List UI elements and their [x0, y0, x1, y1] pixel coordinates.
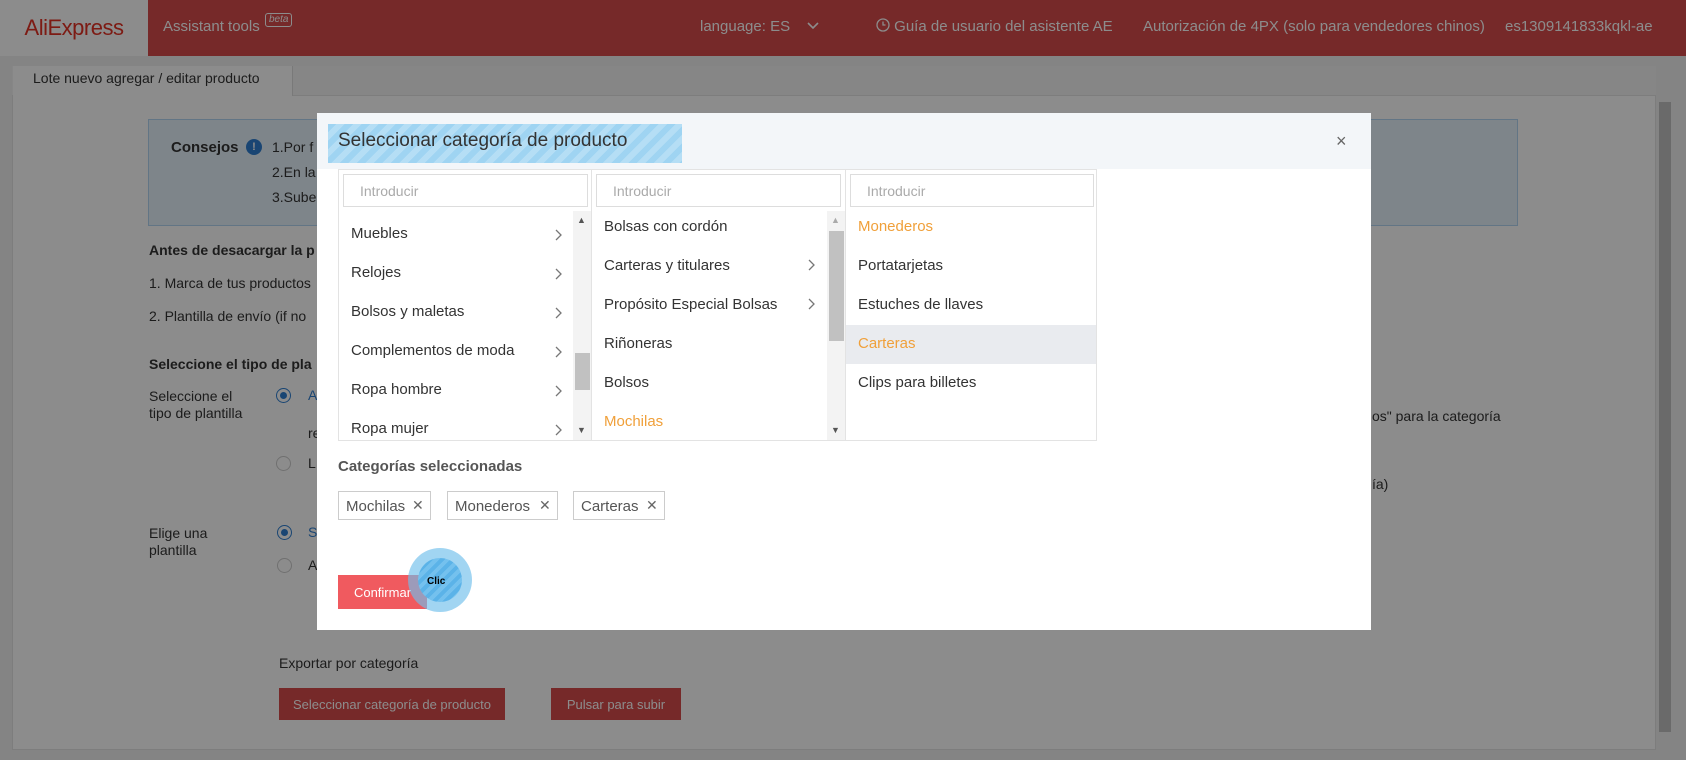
selected-tag-label: Monederos	[455, 498, 531, 515]
category-item[interactable]: Bolsos	[592, 364, 826, 403]
click-indicator: Clic	[408, 548, 472, 612]
column-2-scrollbar[interactable]: ▲ ▼	[827, 211, 845, 440]
column-1-scrollbar[interactable]: ▲ ▼	[573, 211, 591, 440]
category-item[interactable]: Estuches de llaves	[846, 286, 1096, 325]
chevron-right-icon	[808, 298, 815, 310]
scroll-down-icon[interactable]: ▼	[577, 425, 586, 435]
category-item[interactable]: Propósito Especial Bolsas	[592, 286, 826, 325]
modal-header: Seleccionar categoría de producto ×	[317, 113, 1371, 169]
scroll-up-icon[interactable]: ▲	[577, 215, 586, 225]
chevron-right-icon	[555, 229, 562, 241]
category-column-1: Introducir Muebles Relojes Bolsos y male…	[338, 169, 592, 441]
category-item-label: Ropa mujer	[351, 420, 429, 437]
category-item[interactable]: Relojes	[339, 254, 573, 293]
scroll-up-icon[interactable]: ▲	[831, 215, 840, 225]
category-column-3: Introducir Monederos Portatarjetas Estuc…	[845, 169, 1097, 441]
chevron-right-icon	[555, 385, 562, 397]
close-icon[interactable]: ×	[1336, 131, 1347, 152]
selected-categories-heading: Categorías seleccionadas	[338, 458, 523, 475]
remove-tag-icon[interactable]: ✕	[646, 497, 658, 514]
selected-tag: Monederos ✕	[447, 491, 558, 520]
category-search-input[interactable]: Introducir	[850, 174, 1094, 207]
remove-tag-icon[interactable]: ✕	[539, 497, 551, 514]
category-item[interactable]: Ropa hombre	[339, 371, 573, 410]
category-search-input[interactable]: Introducir	[343, 174, 588, 207]
category-search-input[interactable]: Introducir	[596, 174, 841, 207]
scroll-down-icon[interactable]: ▼	[831, 425, 840, 435]
category-column-2: Introducir Bolsas con cordón Carteras y …	[591, 169, 846, 441]
chevron-right-icon	[808, 259, 815, 271]
chevron-right-icon	[555, 307, 562, 319]
category-item[interactable]: Complementos de moda	[339, 332, 573, 371]
category-item-label: Bolsos y maletas	[351, 303, 465, 320]
category-item[interactable]: Riñoneras	[592, 325, 826, 364]
category-item[interactable]: Ropa mujer	[339, 410, 573, 440]
category-item[interactable]: Clips para billetes	[846, 364, 1096, 403]
chevron-right-icon	[555, 268, 562, 280]
category-item-label: Relojes	[351, 264, 402, 281]
chevron-right-icon	[555, 424, 562, 436]
category-item-selected[interactable]: Monederos	[846, 208, 1096, 247]
category-item-label: Complementos de moda	[351, 342, 515, 359]
chevron-right-icon	[555, 346, 562, 358]
category-item-selected[interactable]: Carteras	[846, 325, 1096, 364]
selected-tag: Mochilas ✕	[338, 491, 431, 520]
category-modal: Seleccionar categoría de producto × Intr…	[317, 113, 1371, 630]
column-2-scrollbar-thumb[interactable]	[829, 231, 844, 341]
remove-tag-icon[interactable]: ✕	[412, 497, 424, 514]
selected-tag-label: Carteras	[581, 498, 639, 515]
category-item[interactable]: Bolsos y maletas	[339, 293, 573, 332]
category-item-label: Ropa hombre	[351, 381, 442, 398]
category-item[interactable]: Bolsas con cordón	[592, 208, 826, 247]
selected-tag-label: Mochilas	[346, 498, 406, 515]
modal-title: Seleccionar categoría de producto	[328, 124, 682, 163]
category-item-selected[interactable]: Mochilas	[592, 403, 826, 440]
category-item[interactable]: Portatarjetas	[846, 247, 1096, 286]
column-1-scrollbar-thumb[interactable]	[575, 353, 590, 390]
click-label: Clic	[427, 576, 446, 587]
category-item-label: Propósito Especial Bolsas	[604, 296, 778, 313]
category-item-label: Carteras y titulares	[604, 257, 730, 274]
category-item[interactable]: Muebles	[339, 215, 573, 254]
category-item-label: Muebles	[351, 225, 408, 242]
selected-tag: Carteras ✕	[573, 491, 665, 520]
category-item[interactable]: Carteras y titulares	[592, 247, 826, 286]
